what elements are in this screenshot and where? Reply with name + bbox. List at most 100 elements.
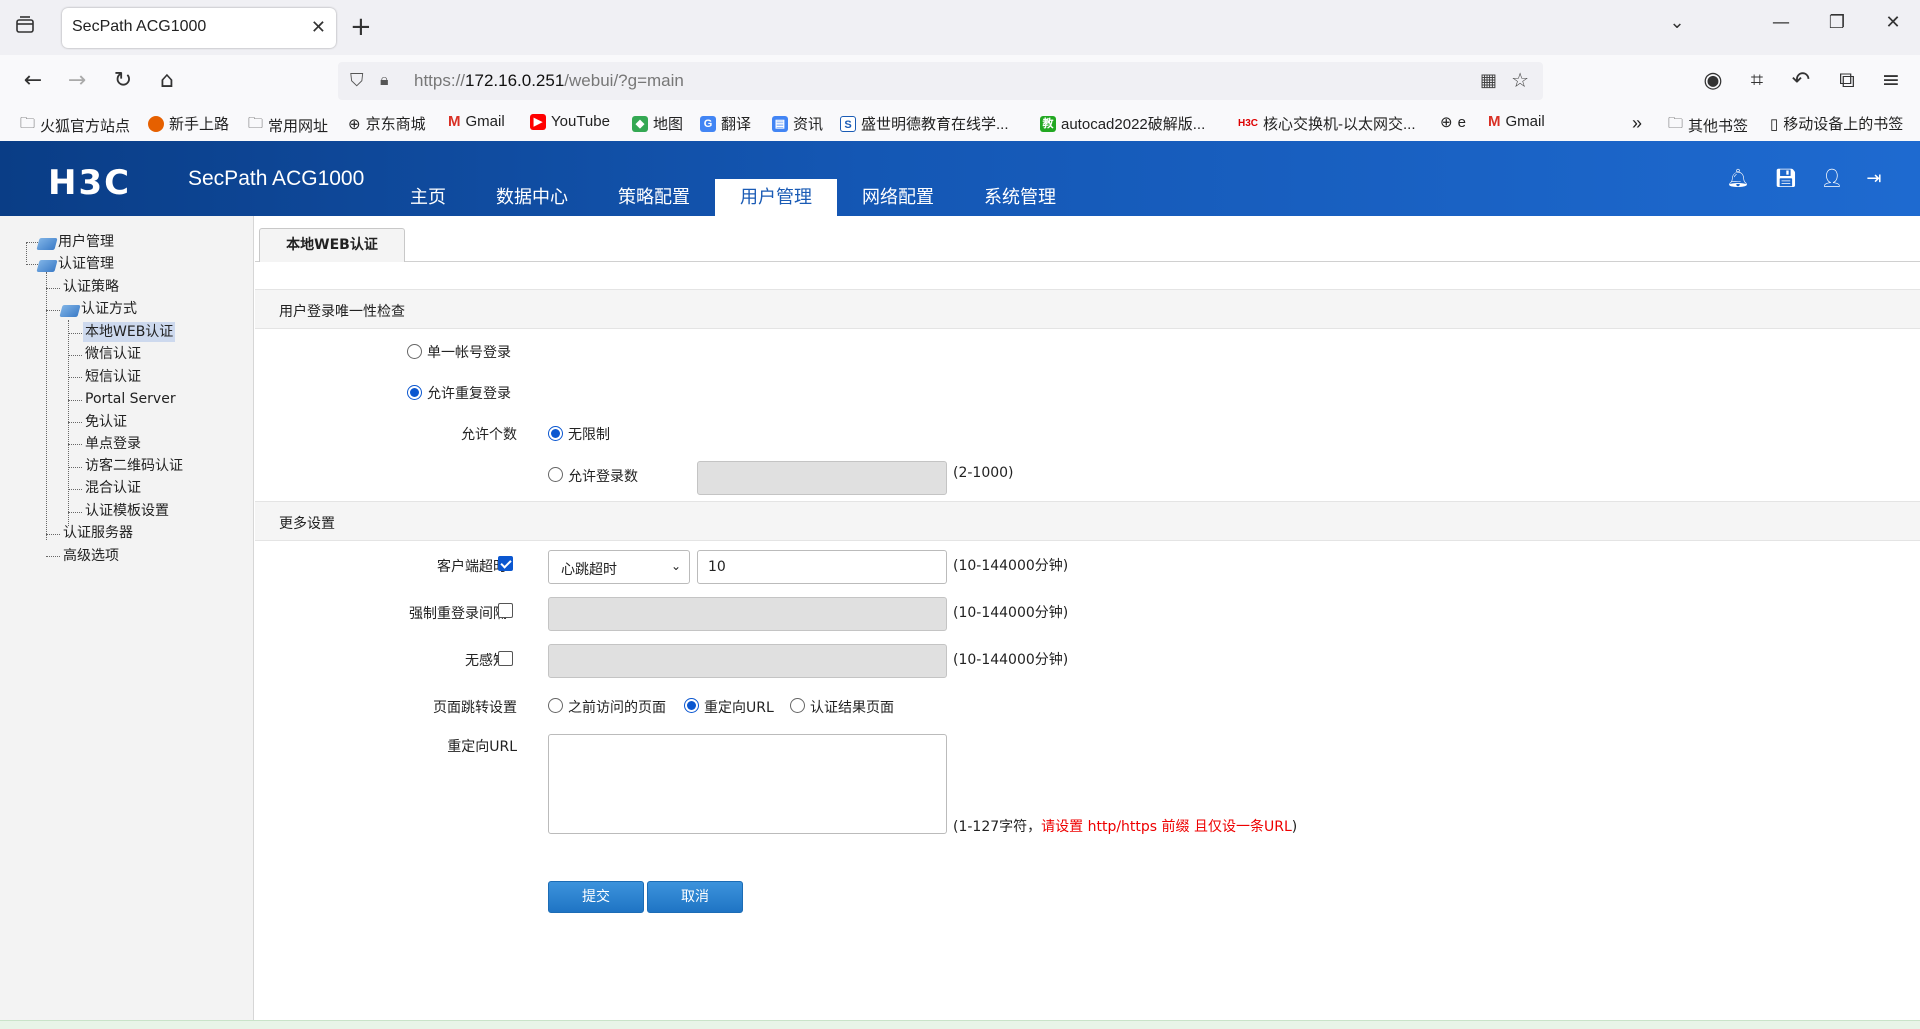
redirect-settings-label: 页面跳转设置: [433, 700, 517, 716]
address-bar[interactable]: ⛉ 🔒︎ https://172.16.0.251/webui/?g=main …: [338, 62, 1543, 100]
redirect-url-radio[interactable]: [684, 698, 699, 713]
tree-node-qr[interactable]: 访客二维码认证: [85, 456, 183, 476]
mobile-bookmarks[interactable]: ▯ 移动设备上的书签: [1770, 113, 1903, 134]
force-relogin-checkbox[interactable]: [498, 603, 513, 618]
tree-node-sms[interactable]: 短信认证: [85, 367, 141, 387]
product-name: SecPath ACG1000: [188, 167, 365, 190]
logout-icon[interactable]: ⇥: [1860, 165, 1888, 193]
timeout-value-input[interactable]: 10: [697, 550, 947, 584]
nav-home[interactable]: 主页: [385, 179, 471, 216]
tree-node-auth-policy[interactable]: 认证策略: [63, 277, 119, 297]
client-timeout-checkbox[interactable]: [498, 556, 513, 571]
unlimited-radio[interactable]: [548, 426, 563, 441]
bookmark-item[interactable]: 新手上路: [148, 113, 229, 134]
submit-button[interactable]: 提交: [548, 881, 644, 913]
close-window-icon[interactable]: ✕: [1878, 12, 1908, 33]
client-timeout-label: 客户端超时: [437, 559, 507, 575]
bookmark-star-icon[interactable]: ☆: [1511, 68, 1529, 92]
redirect-result-page-radio[interactable]: [790, 698, 805, 713]
save-icon[interactable]: 💾︎: [1772, 165, 1800, 193]
tree-node-auth-method[interactable]: 认证方式: [81, 299, 137, 319]
nav-network-config[interactable]: 网络配置: [837, 179, 959, 216]
forward-icon[interactable]: →: [62, 67, 92, 95]
new-tab-icon[interactable]: +: [350, 12, 372, 42]
menu-icon[interactable]: ≡: [1876, 67, 1906, 95]
bookmark-item[interactable]: ◆ 地图: [632, 113, 683, 134]
allow-login-num-input[interactable]: [697, 461, 947, 495]
bell-icon[interactable]: 🔔︎: [1724, 165, 1752, 193]
section-header: 更多设置: [255, 501, 1920, 541]
tree-node-auth-server[interactable]: 认证服务器: [63, 523, 133, 543]
bookmark-item[interactable]: ⊕ e: [1440, 113, 1466, 132]
account-icon[interactable]: ◉: [1698, 67, 1728, 95]
list-all-tabs-icon[interactable]: ⌄: [1662, 12, 1692, 33]
restore-icon[interactable]: ❐: [1822, 12, 1852, 33]
tree-node-template[interactable]: 认证模板设置: [85, 501, 169, 521]
shield-icon[interactable]: ⛉: [350, 70, 364, 91]
qr-code-icon[interactable]: ▦: [1480, 70, 1497, 91]
redirect-previous-page-radio[interactable]: [548, 698, 563, 713]
section-title: 用户登录唯一性检查: [279, 304, 405, 320]
nav-user-mgmt[interactable]: 用户管理: [715, 179, 837, 216]
tree-node-exempt[interactable]: 免认证: [85, 412, 127, 432]
lock-icon[interactable]: 🔒︎: [380, 70, 389, 90]
bookmark-item[interactable]: ⊕ 京东商城: [348, 113, 426, 134]
browser-tab[interactable]: SecPath ACG1000 ✕: [62, 8, 336, 48]
tree-node-portal[interactable]: Portal Server: [85, 389, 176, 409]
folder-icon: 🗀︎: [20, 115, 36, 132]
single-login-radio[interactable]: [407, 344, 422, 359]
bookmark-item[interactable]: S 盛世明德教育在线学...: [840, 113, 1009, 134]
more-bookmarks-icon[interactable]: »: [1632, 113, 1642, 134]
user-icon[interactable]: 👤︎: [1818, 165, 1846, 193]
timeout-type-select[interactable]: 心跳超时 ⌄: [548, 550, 690, 584]
globe-icon: ⊕: [348, 115, 361, 133]
bookmark-item[interactable]: 教 autocad2022破解版...: [1040, 113, 1205, 134]
nav-policy-config[interactable]: 策略配置: [593, 179, 715, 216]
folder-open-icon: [36, 260, 58, 272]
undo-icon[interactable]: ↶: [1786, 67, 1816, 95]
tab-title: SecPath ACG1000: [72, 18, 207, 35]
bookmark-item[interactable]: ▶ YouTube: [530, 113, 610, 130]
tree-node-auth-mgmt[interactable]: 认证管理: [58, 254, 114, 274]
folder-open-icon: [59, 305, 81, 317]
force-relogin-input[interactable]: [548, 597, 947, 631]
minimize-icon[interactable]: —: [1766, 12, 1796, 33]
tree-node-local-web[interactable]: 本地WEB认证: [83, 322, 176, 342]
bookmark-item[interactable]: M Gmail: [1488, 113, 1545, 130]
extensions-icon[interactable]: ⧉: [1832, 67, 1862, 95]
bookmark-item[interactable]: 🗀︎ 常用网址: [248, 113, 328, 138]
tab-list-icon[interactable]: [14, 14, 42, 42]
close-tab-icon[interactable]: ✕: [311, 17, 326, 38]
home-icon[interactable]: ⌂: [152, 67, 182, 95]
tree-node-sso[interactable]: 单点登录: [85, 434, 141, 454]
nav-system-mgmt[interactable]: 系统管理: [959, 179, 1081, 216]
tree-node-advanced[interactable]: 高级选项: [63, 546, 119, 566]
allow-login-num-radio[interactable]: [548, 467, 563, 482]
tree-node-user-mgmt[interactable]: 用户管理: [58, 232, 114, 252]
section-header: 用户登录唯一性检查: [255, 289, 1920, 329]
nav-data-center[interactable]: 数据中心: [471, 179, 593, 216]
seamless-input[interactable]: [548, 644, 947, 678]
bookmark-item[interactable]: G 翻译: [700, 113, 751, 134]
bookmark-item[interactable]: H3C 核心交换机-以太网交...: [1238, 113, 1416, 134]
url-text[interactable]: https://172.16.0.251/webui/?g=main: [414, 71, 684, 91]
h3c-icon: H3C: [1238, 118, 1259, 129]
other-bookmarks[interactable]: 🗀︎ 其他书签: [1668, 113, 1748, 138]
bookmark-item[interactable]: ▤ 资讯: [772, 113, 823, 134]
back-icon[interactable]: ←: [18, 67, 48, 95]
timeout-type-value: 心跳超时: [561, 562, 617, 578]
redirect-url-option-label: 重定向URL: [704, 700, 774, 716]
reload-icon[interactable]: ↻: [108, 67, 138, 95]
seamless-checkbox[interactable]: [498, 651, 513, 666]
tab-local-web-auth[interactable]: 本地WEB认证: [259, 228, 405, 262]
app-header: H3C SecPath ACG1000 主页 数据中心 策略配置 用户管理 网络…: [0, 141, 1920, 216]
cancel-button[interactable]: 取消: [647, 881, 743, 913]
redirect-url-textarea[interactable]: [548, 734, 947, 834]
allow-repeat-radio[interactable]: [407, 385, 422, 400]
bookmark-item[interactable]: M Gmail: [448, 113, 505, 130]
tree-node-mixed[interactable]: 混合认证: [85, 478, 141, 498]
crop-icon[interactable]: ⌗: [1742, 67, 1772, 95]
tree-node-wechat[interactable]: 微信认证: [85, 344, 141, 364]
bookmark-item[interactable]: 🗀︎ 火狐官方站点: [20, 113, 130, 138]
h3c-logo: H3C: [48, 163, 132, 203]
